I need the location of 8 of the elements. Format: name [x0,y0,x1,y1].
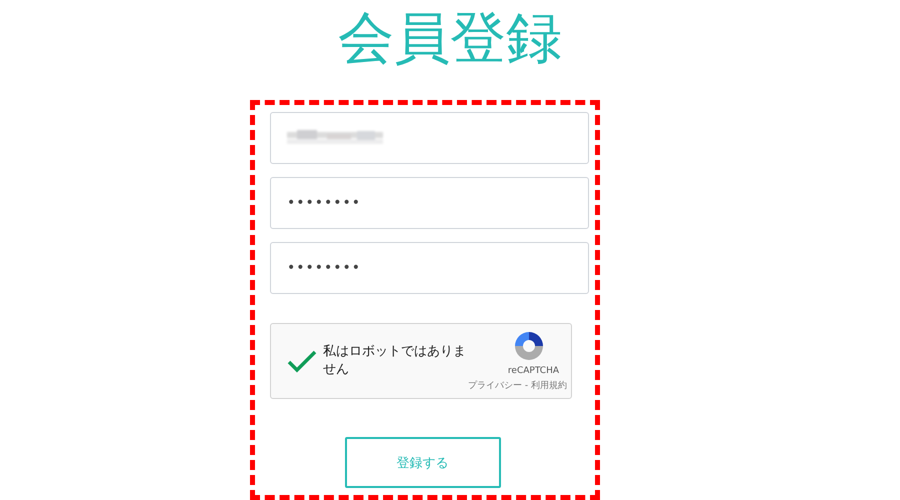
privacy-terms-link[interactable]: プライバシー - 利用規約 [468,379,567,392]
captcha-label: 私はロボットではありません [323,343,467,379]
page-title: 会員登録 [338,5,562,73]
input-field[interactable]: •••••••• [270,242,589,294]
password-value: •••••••• [287,195,362,211]
recaptcha-label: reCAPTCHA [508,366,559,376]
input-field[interactable]: •••••••• [270,177,589,229]
password-value: •••••••• [287,260,362,276]
